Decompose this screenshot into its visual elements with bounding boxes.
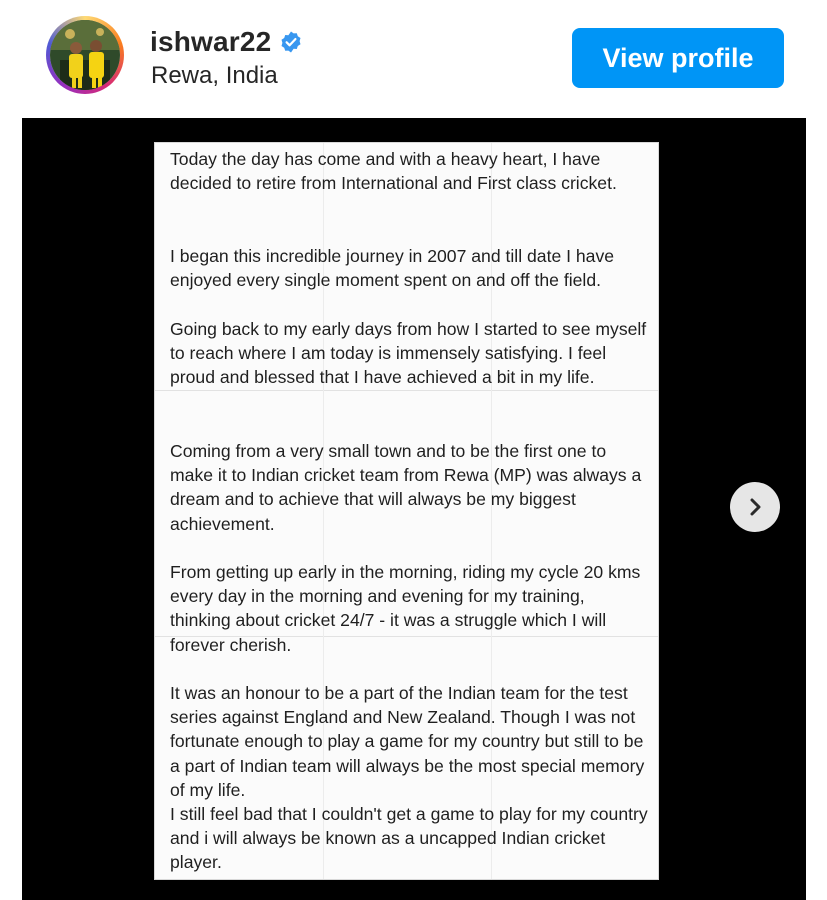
verified-badge-icon xyxy=(281,31,301,53)
post-media[interactable]: Today the day has come and with a heavy … xyxy=(22,118,806,900)
chevron-right-icon xyxy=(750,498,761,516)
note-paragraph-1: Today the day has come and with a heavy … xyxy=(170,149,617,194)
note-paragraph-5: From getting up early in the morning, ri… xyxy=(170,562,641,655)
avatar-image xyxy=(50,20,120,90)
next-slide-button[interactable] xyxy=(730,482,780,532)
note-paragraph-3: Going back to my early days from how I s… xyxy=(170,319,647,388)
note-paragraph-4: Coming from a very small town and to be … xyxy=(170,441,642,534)
note-paragraph-2: I began this incredible journey in 2007 … xyxy=(170,246,615,291)
retirement-note-image: Today the day has come and with a heavy … xyxy=(154,142,659,880)
note-paragraph-7: I still feel bad that I couldn't get a g… xyxy=(170,804,648,873)
location-label[interactable]: Rewa, India xyxy=(151,62,278,90)
username[interactable]: ishwar22 xyxy=(150,26,271,58)
tile-divider xyxy=(155,390,658,391)
post-header: ishwar22 Rewa, India View profile xyxy=(0,0,827,118)
note-paragraph-6: It was an honour to be a part of the Ind… xyxy=(170,683,645,800)
avatar[interactable] xyxy=(46,16,124,94)
view-profile-button[interactable]: View profile xyxy=(572,28,784,88)
